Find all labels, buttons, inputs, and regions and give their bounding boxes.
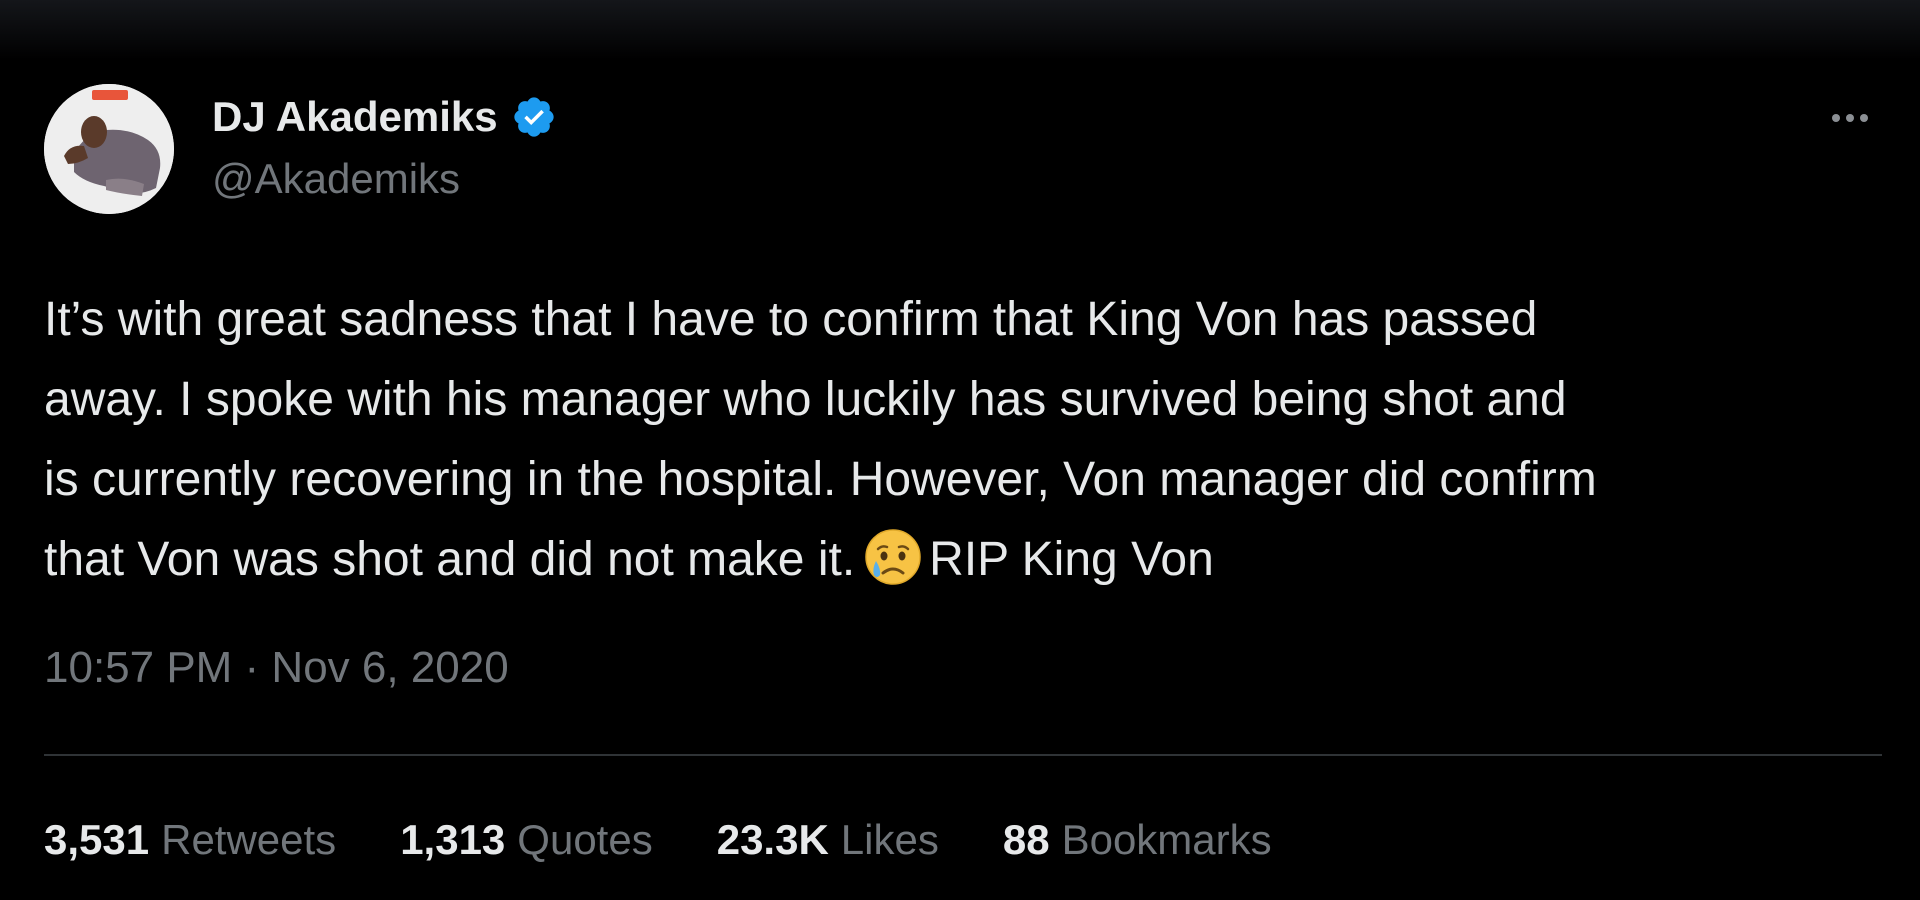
stat-likes[interactable]: 23.3K Likes <box>717 812 939 868</box>
more-options-button[interactable] <box>1820 98 1880 138</box>
tweet-timestamp[interactable]: 10:57 PM · Nov 6, 2020 <box>44 640 509 696</box>
author-handle[interactable]: @Akademiks <box>212 154 460 204</box>
divider <box>44 754 1882 756</box>
stat-retweets[interactable]: 3,531 Retweets <box>44 812 336 868</box>
tweet-text-line: is currently recovering in the hospital.… <box>44 453 1597 506</box>
more-dot-icon <box>1860 114 1868 122</box>
stat-label: Retweets <box>161 816 337 863</box>
tweet-text-segment: that Von was shot and did not make it. <box>44 533 856 586</box>
more-dot-icon <box>1846 114 1854 122</box>
verified-badge-icon <box>508 91 560 143</box>
stat-label: Bookmarks <box>1061 816 1272 863</box>
author-display-name[interactable]: DJ Akademiks <box>212 92 498 142</box>
author-name-row: DJ Akademiks <box>212 92 560 142</box>
tweet-text-rip: RIP King Von <box>929 533 1214 586</box>
stat-count: 23.3K <box>716 816 829 863</box>
tweet-text-line: away. I spoke with his manager who lucki… <box>44 373 1567 426</box>
stat-label: Likes <box>840 816 939 863</box>
tweet-text: It’s with great sadness that I have to c… <box>44 280 1894 600</box>
stat-count: 1,313 <box>400 816 506 863</box>
avatar[interactable] <box>44 84 174 214</box>
engagement-stats: 3,531 Retweets 1,313 Quotes 23.3K Likes 88 B… <box>44 812 1336 868</box>
stat-quotes[interactable]: 1,313 Quotes <box>400 812 653 868</box>
stat-label: Quotes <box>517 816 653 863</box>
tweet-text-line-last: that Von was shot and did not make it. R… <box>44 520 1894 600</box>
more-dot-icon <box>1832 114 1840 122</box>
tweet-card: DJ Akademiks @Akademiks It’s with great … <box>0 0 1920 900</box>
stat-count: 88 <box>1002 816 1050 863</box>
crying-face-emoji-icon <box>863 527 923 587</box>
stat-count: 3,531 <box>44 816 150 863</box>
tweet-text-line: It’s with great sadness that I have to c… <box>44 293 1538 346</box>
stat-bookmarks[interactable]: 88 Bookmarks <box>1003 812 1272 868</box>
